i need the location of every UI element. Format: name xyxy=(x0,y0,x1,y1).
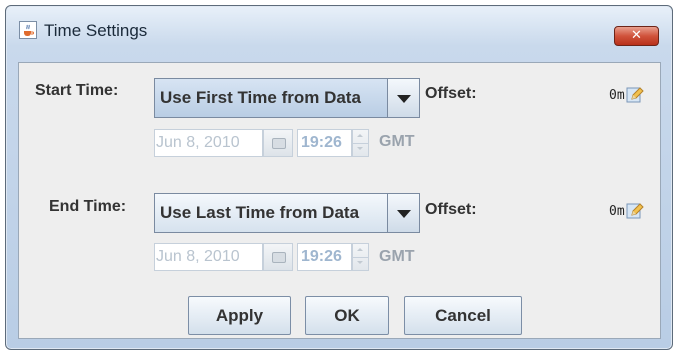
end-time-spinner xyxy=(352,243,369,271)
end-time-mode-dropdown[interactable]: Use Last Time from Data xyxy=(154,193,420,233)
end-time-label: End Time: xyxy=(49,198,127,215)
close-button[interactable]: ✕ xyxy=(614,26,659,46)
start-date-field: Jun 8, 2010 xyxy=(154,129,263,157)
start-time-label: Start Time: xyxy=(35,82,119,99)
java-cup-icon xyxy=(19,21,37,39)
time-settings-dialog: Time Settings ✕ Start Time: Use First Ti… xyxy=(5,5,673,350)
spinner-up-icon xyxy=(353,130,368,144)
start-time-field: 19:26 xyxy=(297,129,352,157)
end-offset-value: 0m xyxy=(609,204,625,219)
end-time-mode-value: Use Last Time from Data xyxy=(160,203,360,222)
spinner-up-icon xyxy=(353,244,368,258)
end-offset-label: Offset: xyxy=(425,201,477,218)
calendar-icon xyxy=(263,243,293,271)
close-icon: ✕ xyxy=(631,28,642,43)
start-time-mode-value: Use First Time from Data xyxy=(160,88,361,107)
spinner-down-icon xyxy=(353,257,368,270)
window-title: Time Settings xyxy=(44,21,148,40)
start-time-mode-dropdown[interactable]: Use First Time from Data xyxy=(154,78,420,118)
title-bar[interactable]: Time Settings ✕ xyxy=(6,6,672,52)
start-time-spinner xyxy=(352,129,369,157)
pencil-edit-icon[interactable] xyxy=(626,202,644,220)
dialog-content: Start Time: Use First Time from Data Off… xyxy=(18,62,661,339)
end-timezone-label: GMT xyxy=(379,248,415,265)
start-timezone-label: GMT xyxy=(379,133,415,150)
ok-button[interactable]: OK xyxy=(305,296,389,335)
chevron-down-icon[interactable] xyxy=(387,79,419,117)
apply-button[interactable]: Apply xyxy=(188,296,291,335)
end-time-field: 19:26 xyxy=(297,243,352,271)
cancel-button[interactable]: Cancel xyxy=(404,296,522,335)
start-offset-value: 0m xyxy=(609,88,625,103)
pencil-edit-icon[interactable] xyxy=(626,86,644,104)
start-offset-label: Offset: xyxy=(425,85,477,102)
spinner-down-icon xyxy=(353,143,368,156)
chevron-down-icon[interactable] xyxy=(387,194,419,232)
end-date-field: Jun 8, 2010 xyxy=(154,243,263,271)
calendar-icon xyxy=(263,129,293,157)
